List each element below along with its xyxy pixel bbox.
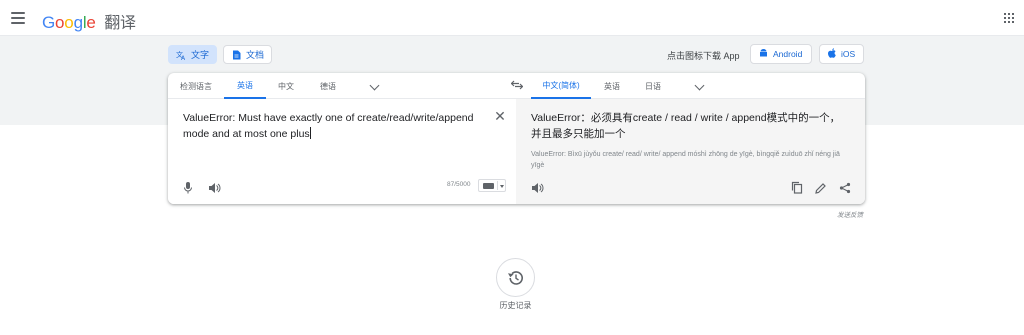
menu-icon[interactable] [11, 12, 25, 24]
source-panel: ValueError: Must have exactly one of cre… [168, 99, 516, 204]
history-button[interactable] [496, 258, 535, 297]
source-lang-chevron-down-icon[interactable] [369, 80, 380, 91]
history-icon [508, 271, 523, 285]
translate-icon: 文A [176, 50, 186, 60]
android-icon [759, 48, 768, 60]
target-lang-chinese-simplified[interactable]: 中文(简体) [531, 73, 591, 99]
document-mode-button[interactable]: 文档 [223, 45, 273, 64]
language-bar: 检测语言 英语 中文 德语 中文(简体) 英语 日语 [168, 73, 865, 99]
source-lang-english[interactable]: 英语 [224, 73, 266, 99]
top-bar: Google 翻译 [0, 0, 1024, 36]
target-speaker-icon[interactable] [531, 181, 544, 199]
character-count: 87/5000 [447, 181, 471, 188]
document-icon [231, 50, 241, 60]
text-cursor [309, 127, 311, 139]
swap-languages-icon[interactable] [510, 79, 524, 93]
mic-icon[interactable] [183, 181, 193, 195]
app-download-label: 点击图标下载 App [667, 51, 740, 61]
history-label: 历史记录 [499, 301, 532, 310]
share-icon[interactable] [839, 181, 853, 195]
target-lang-english[interactable]: 英语 [591, 73, 633, 99]
document-mode-label: 文档 [246, 50, 265, 60]
apple-icon [828, 48, 836, 60]
send-feedback-link[interactable]: 发送反馈 [837, 209, 863, 219]
svg-text:A: A [181, 55, 186, 60]
text-mode-label: 文字 [191, 50, 210, 60]
source-text-input[interactable]: ValueError: Must have exactly one of cre… [183, 110, 488, 142]
source-lang-german[interactable]: 德语 [306, 73, 350, 99]
edit-icon[interactable] [815, 181, 829, 195]
apps-icon[interactable] [1004, 13, 1014, 23]
source-lang-chinese[interactable]: 中文 [266, 73, 306, 99]
clear-icon[interactable]: ✕ [493, 109, 507, 123]
target-lang-chevron-down-icon[interactable] [694, 80, 705, 91]
source-speaker-icon[interactable] [208, 181, 221, 199]
copy-icon[interactable] [791, 181, 805, 195]
google-translate-logo[interactable]: Google 翻译 [42, 9, 136, 33]
text-mode-button[interactable]: 文A 文字 [168, 45, 218, 64]
source-lang-detect[interactable]: 检测语言 [168, 73, 224, 99]
translated-text: ValueError：必须具有create / read / write / a… [531, 112, 841, 140]
keyboard-icon[interactable] [478, 179, 506, 192]
target-lang-japanese[interactable]: 日语 [633, 73, 673, 99]
translated-romanization: ValueError: Bìxū jùyǒu create/ read/ wri… [531, 151, 840, 169]
translation-card: 检测语言 英语 中文 德语 中文(简体) 英语 日语 ValueError: M… [168, 73, 865, 204]
ios-app-button[interactable]: iOS [819, 44, 864, 64]
target-panel: ValueError：必须具有create / read / write / a… [516, 99, 865, 204]
product-name: 翻译 [104, 15, 136, 32]
android-app-button[interactable]: Android [750, 44, 812, 64]
